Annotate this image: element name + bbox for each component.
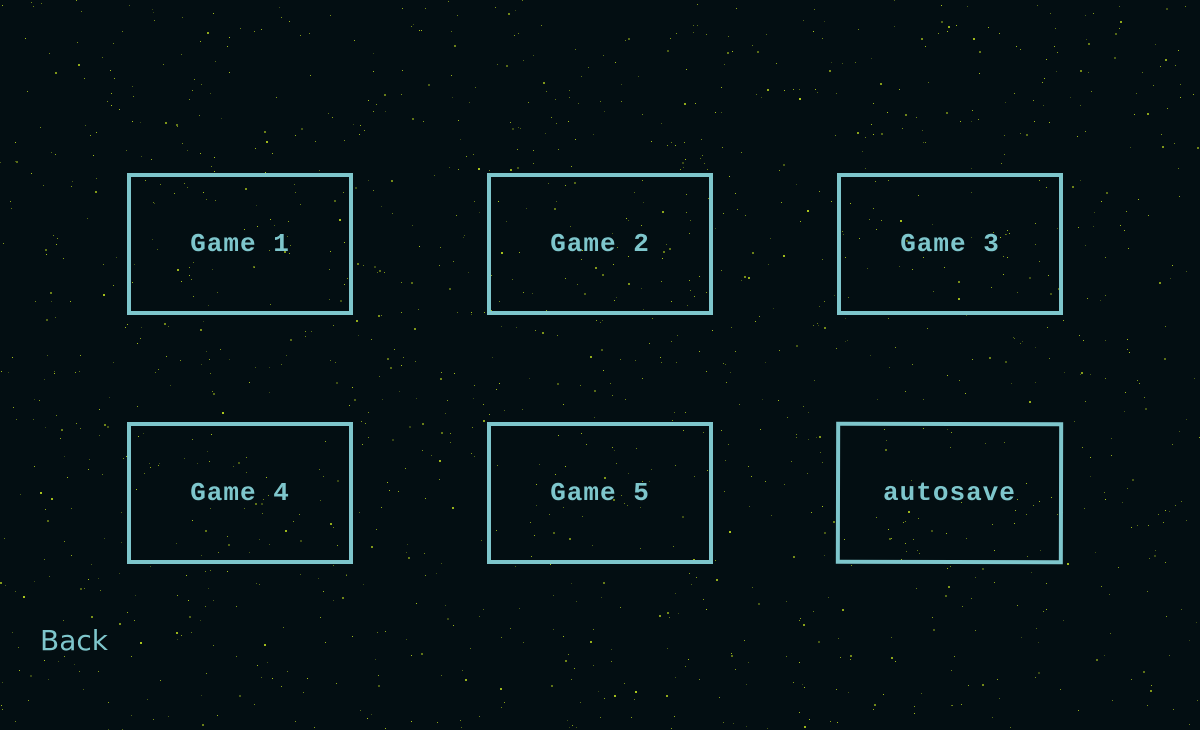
- save-slot-label: Game 3: [900, 229, 1000, 259]
- save-slot-autosave[interactable]: autosave: [835, 421, 1064, 565]
- save-slot-game-3[interactable]: Game 3: [837, 173, 1063, 315]
- save-slot-game-5[interactable]: Game 5: [487, 422, 713, 564]
- save-slot-label: Game 4: [190, 478, 290, 508]
- load-game-screen: Game 1 Game 2 Game 3 Game 4 Game 5 autos…: [0, 0, 1200, 730]
- starfield-background: [0, 0, 1200, 730]
- save-slot-label: autosave: [883, 477, 1016, 509]
- save-slot-game-1[interactable]: Game 1: [127, 173, 353, 315]
- save-slot-label: Game 1: [190, 229, 290, 259]
- save-slot-label: Game 2: [550, 229, 650, 259]
- save-slot-label: Game 5: [550, 478, 650, 508]
- save-slot-game-2[interactable]: Game 2: [487, 173, 713, 315]
- save-slot-game-4[interactable]: Game 4: [127, 422, 353, 564]
- back-button[interactable]: Back: [40, 624, 108, 657]
